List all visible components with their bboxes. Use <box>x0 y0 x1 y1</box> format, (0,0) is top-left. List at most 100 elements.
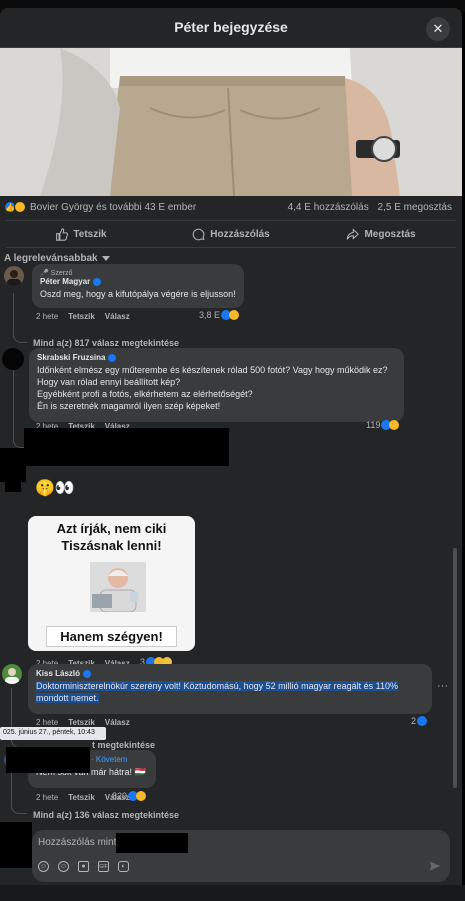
redacted-block <box>0 822 32 868</box>
thread-line <box>11 768 27 814</box>
comment-reactions[interactable]: 829 <box>112 791 147 801</box>
camera-icon[interactable]: ● <box>78 861 89 872</box>
comment-bubble: Kiss László Doktorminiszterelnökúr szeré… <box>28 664 432 714</box>
comment-text-line: Én is szeretnék magamról ilyen szép képe… <box>37 401 221 411</box>
background-strip <box>0 885 465 901</box>
like-button[interactable]: Tetszik <box>6 221 156 247</box>
comment-count[interactable]: 4,4 E hozzászólás <box>288 202 369 213</box>
comment-text-line: Hogy van rólad ennyi beállított kép? <box>37 377 181 387</box>
haha-reaction-icon <box>389 420 400 430</box>
reaction-names[interactable]: Bovier György és további 43 E ember <box>30 202 196 213</box>
view-replies-link[interactable]: Mind a(z) 136 válasz megtekintése <box>33 810 179 820</box>
comment-reply-button[interactable]: Válasz <box>105 312 130 321</box>
post-photo-image <box>0 48 462 196</box>
comment-like-button[interactable]: Tetszik <box>68 718 95 727</box>
reaction-count: 3,8 E <box>199 310 221 320</box>
comment-time[interactable]: 2 hete <box>36 793 58 802</box>
comment-reactions[interactable]: 3,8 E <box>199 310 240 320</box>
reaction-count: 119 <box>366 420 381 430</box>
redacted-block <box>6 747 90 773</box>
scrollbar[interactable] <box>453 548 457 788</box>
comment-meta: 2 hete Tetszik Válasz <box>36 718 130 727</box>
chevron-down-icon <box>101 255 110 261</box>
comment-reactions[interactable]: 119 <box>366 420 400 430</box>
post-actions: Tetszik Hozzászólás Megosztás <box>6 220 456 248</box>
comment-composer[interactable]: Hozzászólás mint ☺ ☺ ● GIF ◐ <box>32 830 450 882</box>
comment-like-button[interactable]: Tetszik <box>68 793 95 802</box>
view-replies-link[interactable]: Mind a(z) 817 válasz megtekintése <box>33 338 179 348</box>
haha-reaction-icon <box>229 310 240 320</box>
verified-icon <box>93 277 102 286</box>
author-name[interactable]: Skrabski Fruzsina <box>37 353 105 362</box>
emoji-icon[interactable]: ☺ <box>58 861 69 872</box>
post-photo[interactable] <box>0 48 462 196</box>
comment-text-line: Doktorminiszterelnökúr szerény volt! Köz… <box>36 680 424 692</box>
comment-text: Oszd meg, hogy a kifutópálya végére is e… <box>40 289 236 299</box>
meme-bottom-text: Hanem szégyen! <box>46 626 177 647</box>
comment-meta: 2 hete Tetszik Válasz <box>36 312 130 321</box>
reaction-count: 829 <box>112 791 128 801</box>
like-label: Tetszik <box>73 228 107 240</box>
avatar[interactable] <box>2 664 22 684</box>
redacted-block <box>24 428 229 466</box>
comment-emoji-text: 🤫👀 <box>35 480 75 497</box>
comment-author[interactable]: Péter Magyar <box>40 277 236 286</box>
like-reaction-icon <box>417 716 428 726</box>
avatar-image <box>5 668 19 684</box>
avatar[interactable] <box>2 348 24 370</box>
comment-icon <box>192 228 205 240</box>
reaction-summary[interactable]: 👍 Bovier György és további 43 E ember 4,… <box>0 198 462 220</box>
composer-placeholder[interactable]: Hozzászólás mint <box>38 837 116 848</box>
comment-time[interactable]: 2 hete <box>36 718 58 727</box>
author-name[interactable]: Péter Magyar <box>40 277 90 286</box>
comment-bubble: Skrabski Fruzsina Időnként elmész egy mű… <box>29 348 404 422</box>
meme-top-text: Azt írják, nem ciki Tiszásnak lenni! <box>56 521 167 553</box>
author-badge: 🎤 Szerző <box>40 270 73 277</box>
comment-sort-dropdown[interactable]: A legrelevánsabbak <box>4 253 110 264</box>
modal-header: Péter bejegyzése ✕ <box>0 8 462 48</box>
comment-image[interactable]: Azt írják, nem ciki Tiszásnak lenni! Han… <box>28 516 195 651</box>
share-count[interactable]: 2,5 E megosztás <box>378 202 452 213</box>
view-replies-link[interactable]: t megtekintése <box>92 740 155 750</box>
avatar[interactable] <box>4 266 24 286</box>
selected-text: Doktorminiszterelnökúr szerény volt! Köz… <box>36 681 398 691</box>
comment-time[interactable]: 2 hete <box>36 312 58 321</box>
sort-label: A legrelevánsabbak <box>4 253 98 264</box>
more-options-icon[interactable]: ··· <box>437 680 448 692</box>
avatar-icon[interactable]: ☺ <box>38 861 49 872</box>
comment-text-line: Időnként elmész egy műterembe és készíte… <box>37 365 388 375</box>
share-label: Megosztás <box>364 228 416 240</box>
avatar-image <box>7 270 21 286</box>
post-modal: Péter bejegyzése ✕ 👍 Bovier György és to… <box>0 8 462 901</box>
comment-button[interactable]: Hozzászólás <box>156 221 306 247</box>
haha-reaction-icon <box>14 201 26 213</box>
thumbs-up-icon <box>56 227 69 241</box>
haha-reaction-icon <box>136 791 147 801</box>
comment-text-line: mondott nemet. <box>36 692 424 704</box>
follow-link[interactable]: · Követem <box>91 755 127 764</box>
comment-text-line: Egyébként profi a fotós, elkérhetem az e… <box>37 389 253 399</box>
comment-like-button[interactable]: Tetszik <box>68 312 95 321</box>
comment-author[interactable]: Kiss László <box>36 669 424 678</box>
comment-bubble: 🎤 Szerző Péter Magyar Oszd meg, hogy a k… <box>32 264 244 308</box>
author-name[interactable]: Kiss László <box>36 669 80 678</box>
share-icon <box>347 227 360 240</box>
comment-reactions[interactable]: 2 <box>411 716 428 726</box>
comment-reply-button[interactable]: Válasz <box>105 718 130 727</box>
verified-icon <box>83 669 92 678</box>
share-button[interactable]: Megosztás <box>306 221 456 247</box>
comment-author[interactable]: Skrabski Fruzsina <box>37 353 396 362</box>
selected-text: mondott nemet. <box>36 693 99 703</box>
gif-icon[interactable]: GIF <box>98 861 109 872</box>
composer-tools: ☺ ☺ ● GIF ◐ <box>38 861 129 872</box>
post-stats: 4,4 E hozzászólás 2,5 E megosztás <box>282 202 452 213</box>
comment-label: Hozzászólás <box>210 228 270 240</box>
sticker-icon[interactable]: ◐ <box>118 861 129 872</box>
close-icon: ✕ <box>432 21 444 36</box>
redacted-block <box>5 482 21 492</box>
send-icon[interactable] <box>429 860 441 872</box>
page-title: Péter bejegyzése <box>174 19 288 35</box>
close-button[interactable]: ✕ <box>426 17 450 41</box>
redacted-block <box>116 833 188 853</box>
verified-icon <box>108 353 117 362</box>
